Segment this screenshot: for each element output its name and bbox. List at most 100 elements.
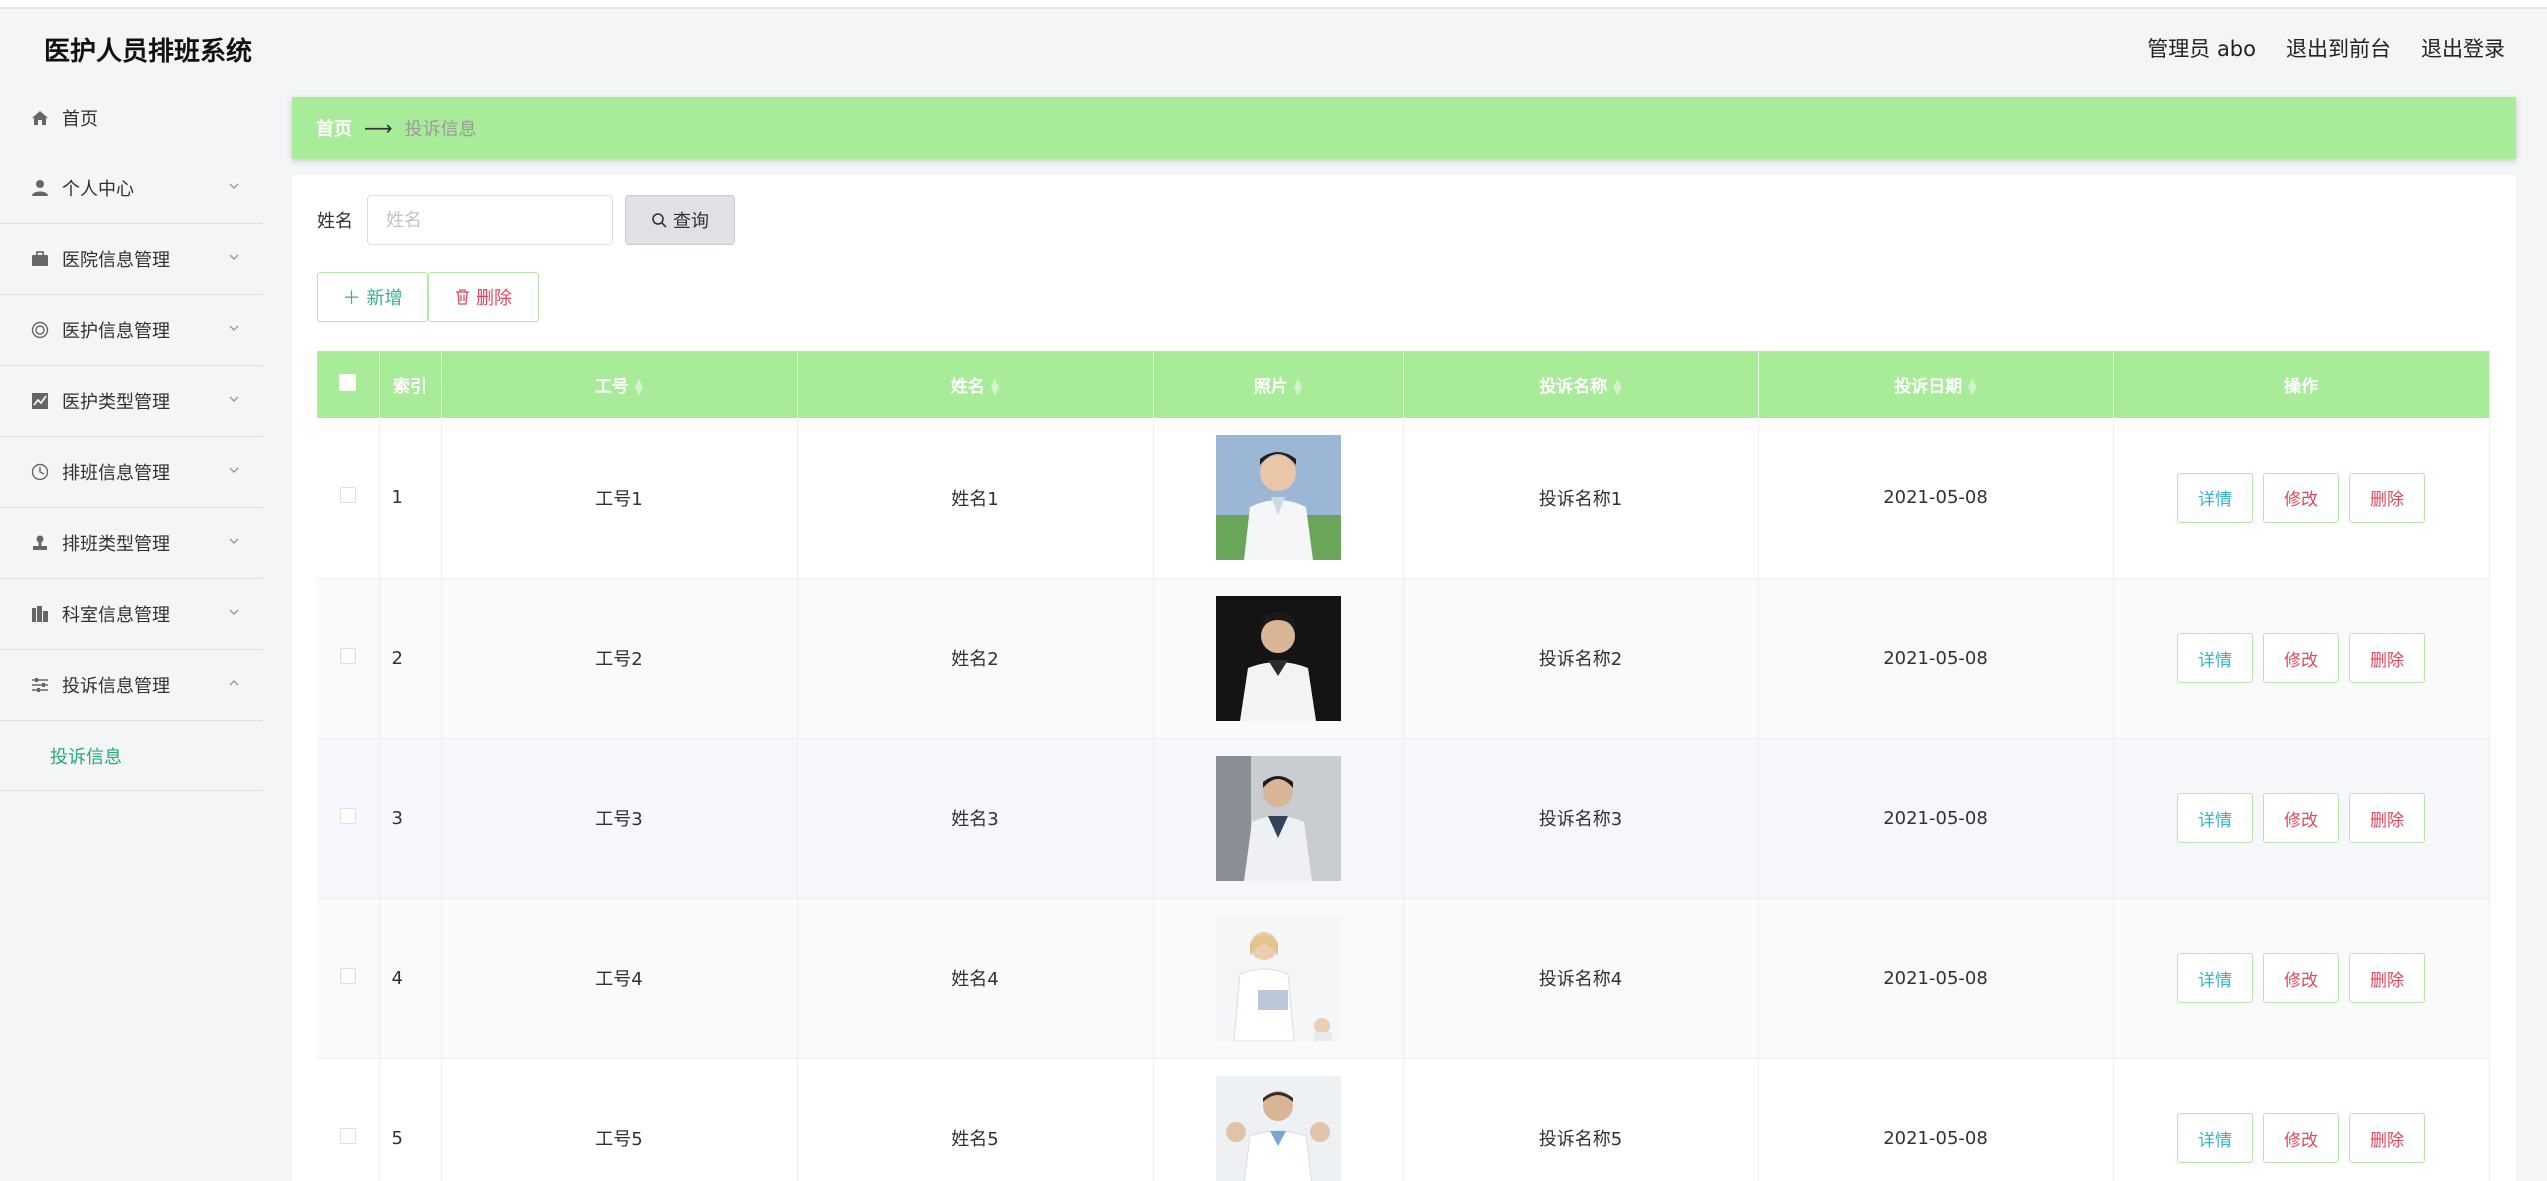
edit-button[interactable]: 修改 [2263,793,2339,843]
sidebar-item-label: 个人中心 [62,179,134,200]
sort-icon[interactable]: ▲ ▼ [991,377,999,396]
sidebar-item-complaint[interactable]: 投诉信息管理 [0,650,263,721]
photo-cell [1153,578,1404,738]
exit-to-front-link[interactable]: 退出到前台 [2286,33,2391,63]
edit-button[interactable]: 修改 [2263,633,2339,683]
name-cell: 姓名3 [797,738,1154,898]
circle-icon [30,320,50,340]
add-button[interactable]: ＋ 新增 [317,272,428,322]
detail-button[interactable]: 详情 [2177,793,2253,843]
delete-button[interactable]: 删除 [2349,953,2425,1003]
select-all-checkbox[interactable] [339,373,357,391]
column-header[interactable]: 工号 ▲ ▼ [441,351,798,418]
sidebar-item-label: 排班信息管理 [62,463,170,484]
main-area: 首页 ⟶ 投诉信息 姓名 查询 ＋ 新增 删除 [292,97,2516,1181]
building-icon [30,604,50,624]
search-label: 姓名 [317,211,353,232]
chevron-up-icon [229,680,239,686]
sort-icon[interactable]: ▲ ▼ [635,377,643,396]
breadcrumb: 首页 ⟶ 投诉信息 [292,97,2516,159]
actions-cell: 详情 修改 删除 [2113,738,2490,898]
content-panel: 姓名 查询 ＋ 新增 删除 [292,175,2516,1181]
admin-label: 管理员 abo [2147,37,2256,61]
name-cell: 姓名5 [797,1058,1154,1181]
delete-button-label: 删除 [476,288,512,309]
sidebar-item-department[interactable]: 科室信息管理 [0,579,263,650]
sidebar-item-staff-type[interactable]: 医护类型管理 [0,366,263,437]
sidebar-item-label: 科室信息管理 [62,605,170,626]
batch-delete-button[interactable]: 删除 [428,272,539,322]
sidebar-subitem-complaint-info[interactable]: 投诉信息 [0,721,263,791]
clock-icon [30,462,50,482]
photo-cell [1153,738,1404,898]
sidebar-item-label: 医护类型管理 [62,392,170,413]
complaint-name-cell: 投诉名称5 [1403,1058,1759,1181]
logout-link[interactable]: 退出登录 [2421,33,2505,63]
row-checkbox[interactable] [339,647,356,664]
complaint-date-cell: 2021-05-08 [1758,418,2114,578]
sidebar-item-label: 医院信息管理 [62,250,170,271]
complaint-date-cell: 2021-05-08 [1758,1058,2114,1181]
column-header[interactable]: 投诉日期 ▲ ▼ [1758,351,2114,418]
chevron-down-icon [229,396,239,402]
stamp-icon [30,533,50,553]
name-search-input[interactable] [367,195,613,245]
sidebar-item-label: 排班类型管理 [62,534,170,555]
breadcrumb-home[interactable]: 首页 [316,115,352,141]
trash-icon [456,289,469,305]
row-checkbox[interactable] [339,807,356,824]
row-checkbox[interactable] [339,1127,356,1144]
detail-button[interactable]: 详情 [2177,953,2253,1003]
row-index: 1 [379,418,442,578]
actions-cell: 详情 修改 删除 [2113,898,2490,1058]
sort-icon[interactable]: ▲ ▼ [1613,377,1621,396]
job-no-cell: 工号2 [441,578,798,738]
sidebar-item-hospital[interactable]: 医院信息管理 [0,224,263,295]
column-header: 操作 [2113,351,2490,418]
row-checkbox[interactable] [339,967,356,984]
delete-button[interactable]: 删除 [2349,1113,2425,1163]
doctor-photo [1215,915,1341,1041]
delete-button[interactable]: 删除 [2349,633,2425,683]
table-row: 1 工号1 姓名1 投诉名称1 2021-05-08 详情 修改 删除 [317,418,2490,578]
column-header-label: 投诉名称 [1539,377,1608,397]
sidebar-item-schedule-type[interactable]: 排班类型管理 [0,508,263,579]
column-header-label: 姓名 [950,377,985,397]
name-cell: 姓名4 [797,898,1154,1058]
query-button[interactable]: 查询 [625,195,735,245]
top-border [0,0,2547,9]
sort-icon[interactable]: ▲ ▼ [1968,377,1976,396]
sidebar-item-home[interactable]: 首页 [0,83,263,153]
table-row: 2 工号2 姓名2 投诉名称2 2021-05-08 详情 修改 删除 [317,578,2490,738]
chevron-down-icon [229,325,239,331]
briefcase-icon [30,249,50,269]
app-header: 医护人员排班系统 管理员 abo 退出到前台 退出登录 [0,9,2547,83]
sidebar-item-medical-staff[interactable]: 医护信息管理 [0,295,263,366]
doctor-photo [1215,755,1341,881]
photo-cell [1153,1058,1404,1181]
job-no-cell: 工号1 [441,418,798,578]
search-icon [652,213,667,228]
edit-button[interactable]: 修改 [2263,472,2339,523]
column-header[interactable]: 投诉名称 ▲ ▼ [1403,351,1759,418]
detail-button[interactable]: 详情 [2177,1113,2253,1163]
complaint-name-cell: 投诉名称3 [1403,738,1759,898]
user-icon [30,178,50,198]
detail-button[interactable]: 详情 [2177,633,2253,683]
edit-button[interactable]: 修改 [2263,953,2339,1003]
column-header[interactable]: 姓名 ▲ ▼ [797,351,1154,418]
sidebar-item-schedule[interactable]: 排班信息管理 [0,437,263,508]
sidebar-item-personal-center[interactable]: 个人中心 [0,153,263,224]
edit-button[interactable]: 修改 [2263,1113,2339,1163]
sort-icon[interactable]: ▲ ▼ [1294,377,1302,396]
row-checkbox[interactable] [339,487,356,504]
delete-button[interactable]: 删除 [2349,472,2425,523]
column-header[interactable]: 照片 ▲ ▼ [1153,351,1404,418]
detail-button[interactable]: 详情 [2177,472,2253,523]
select-all-header[interactable] [317,351,380,418]
row-index: 3 [379,738,442,898]
job-no-cell: 工号4 [441,898,798,1058]
column-header-label: 照片 [1253,377,1288,397]
delete-button[interactable]: 删除 [2349,793,2425,843]
row-index: 2 [379,578,442,738]
